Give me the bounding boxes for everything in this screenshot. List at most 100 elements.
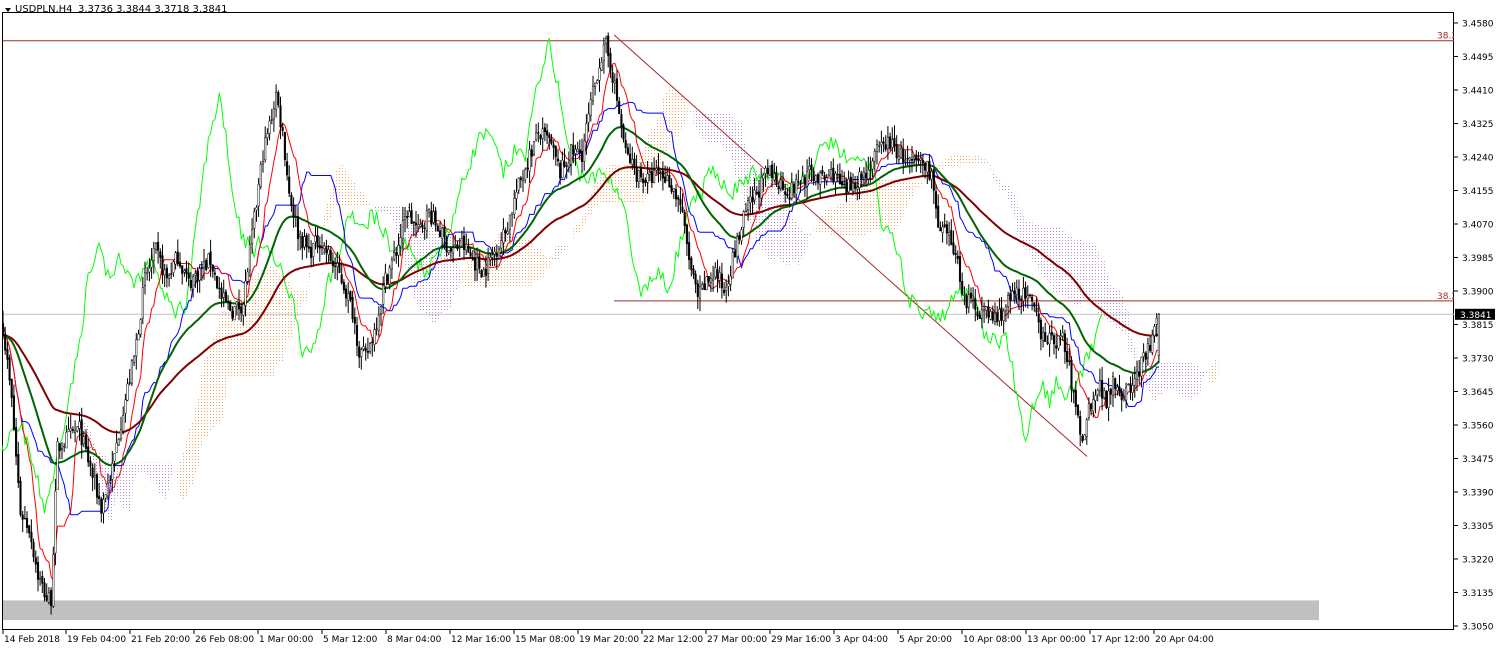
candle-body [775, 172, 778, 186]
candle-body [902, 148, 905, 164]
candle-body [1070, 359, 1073, 391]
candle-body [1042, 332, 1045, 341]
candle-body [1101, 380, 1104, 399]
candle-body [456, 244, 459, 250]
candle-body [74, 430, 77, 433]
candle-body [574, 149, 577, 154]
candle-body [93, 475, 96, 478]
candle-body [382, 285, 385, 305]
candle-body [178, 261, 182, 267]
symbol-label: USDPLN,H4 [15, 4, 73, 15]
candle-body [286, 161, 289, 176]
candle-body [340, 274, 343, 284]
candle-body [28, 525, 31, 534]
x-tick-label: 21 Feb 20:00 [131, 635, 190, 645]
candle-body [1140, 356, 1143, 377]
candle-body [80, 419, 83, 446]
candle-body [771, 164, 774, 179]
dropdown-arrow-icon[interactable] [5, 8, 11, 12]
candle-body [1081, 435, 1084, 442]
candle-body [375, 328, 378, 330]
candle-body [677, 197, 680, 200]
candle-body [67, 429, 70, 432]
candle-body [633, 158, 636, 168]
candle-body [379, 305, 383, 314]
price-chart[interactable]: 38.2 38.2 USDPLN,H4 3.3736 3.3844 3.3718 … [0, 0, 1497, 650]
candle-body [211, 264, 214, 272]
fib-level-label: 38.2 [1437, 32, 1457, 42]
candle-body [524, 169, 527, 181]
candle-body [803, 177, 806, 185]
candle-body [408, 211, 411, 218]
candle-body [808, 165, 811, 171]
candle-body [937, 205, 940, 228]
candle-body [421, 224, 424, 228]
candle-body [546, 130, 549, 136]
time-axis[interactable]: 14 Feb 2018 19 Feb 04:00 21 Feb 20:00 26 Fe… [2, 630, 1214, 645]
y-tick-label: 3.3645 [1462, 388, 1494, 398]
candle-body [1103, 390, 1106, 398]
candle-body [703, 283, 706, 290]
candle-body [869, 169, 872, 171]
candle-body [69, 427, 72, 432]
cloud-segment [1215, 358, 1219, 380]
candle-body [908, 157, 911, 161]
candle-body [133, 355, 136, 363]
candle-body [390, 259, 393, 270]
candle-body [985, 306, 988, 311]
y-tick-label: 3.4240 [1462, 154, 1494, 164]
candle-body [659, 172, 662, 174]
candle-body [314, 235, 317, 243]
candle-body [707, 276, 710, 282]
candle-body [412, 221, 415, 224]
candle-body [506, 231, 509, 235]
y-tick-label: 3.4325 [1462, 120, 1494, 130]
candle-body [165, 267, 168, 279]
candle-body [1022, 287, 1025, 302]
candle-body [63, 445, 66, 448]
candle-body [528, 149, 531, 172]
candle-body [137, 333, 140, 341]
candle-body [886, 136, 889, 150]
candle-body [410, 210, 413, 224]
candle-body [871, 160, 874, 170]
candle-body [327, 249, 330, 256]
candle-body [1105, 391, 1108, 409]
candle-body [1133, 378, 1136, 386]
candle-body [679, 199, 682, 206]
candle-body [43, 582, 46, 598]
candle-body [799, 182, 802, 185]
y-tick-label: 3.3305 [1462, 522, 1494, 532]
candle-body [207, 253, 210, 268]
candle-body [454, 244, 457, 246]
cloud-segment [68, 359, 72, 360]
candle-body [305, 235, 308, 248]
candle-body [257, 184, 260, 207]
candle-body [851, 182, 855, 192]
candle-body [596, 80, 599, 84]
candle-body [299, 234, 302, 237]
candle-body [910, 158, 914, 161]
candle-body [532, 141, 536, 155]
candle-body [709, 278, 712, 283]
candle-body [921, 160, 924, 164]
candle-body [875, 144, 879, 152]
candle-body [635, 167, 638, 182]
candle-body [270, 119, 273, 121]
candle-body [1135, 371, 1139, 381]
candle-body [95, 474, 99, 498]
cloud-segment [304, 289, 308, 301]
x-tick-label: 13 Apr 00:00 [1027, 635, 1086, 645]
candle-body [36, 562, 40, 580]
cloud-segment [990, 164, 994, 171]
candle-body [54, 490, 57, 554]
candle-body [683, 211, 686, 227]
price-axis[interactable]: 3.4580 3.4495 3.4410 3.4325 3.4240 3.4155 3.40… [1454, 20, 1494, 633]
candle-body [1107, 390, 1110, 408]
candle-body [690, 257, 693, 270]
candle-body [143, 272, 147, 286]
candle-body [729, 275, 732, 285]
candle-body [253, 211, 256, 229]
cloud-segment [986, 159, 989, 164]
candle-body [331, 260, 334, 267]
